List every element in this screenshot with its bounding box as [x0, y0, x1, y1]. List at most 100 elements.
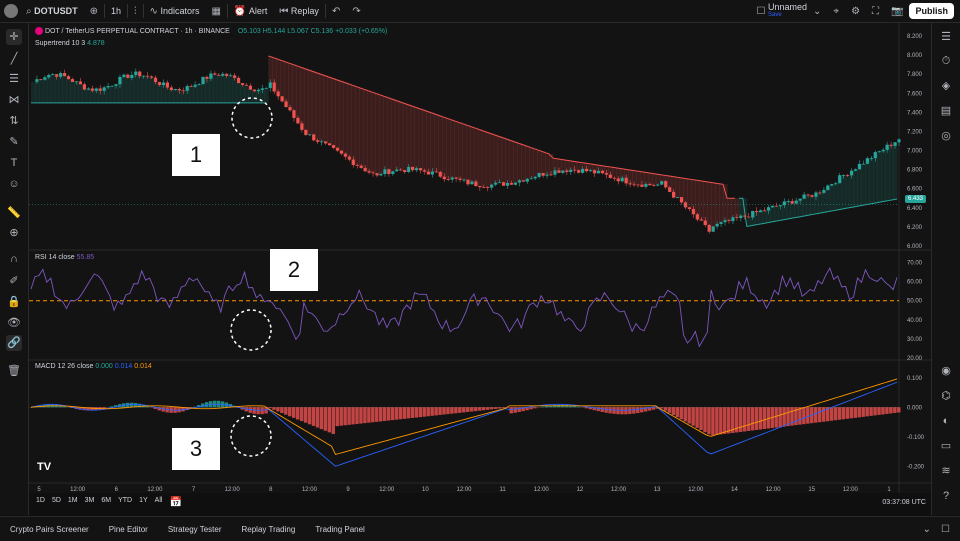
tab-crypto-screener[interactable]: Crypto Pairs Screener	[0, 525, 99, 534]
calendar-range-icon[interactable]: 📅	[169, 497, 181, 508]
candle-body	[340, 151, 343, 154]
lock-icon[interactable]: 🔒	[6, 294, 22, 310]
supertrend-fill	[367, 90, 371, 172]
ruler-icon[interactable]: 📏	[6, 205, 22, 221]
interval-button[interactable]: 1h	[105, 0, 127, 22]
fullscreen-button[interactable]: ⛶	[866, 0, 885, 22]
templates-button[interactable]: ▦	[205, 0, 226, 22]
trendline-icon[interactable]: ╱	[6, 51, 22, 67]
text-icon[interactable]: T	[6, 155, 22, 171]
alerts-icon[interactable]: ⏱	[938, 53, 954, 69]
chat-icon[interactable]: ▭	[938, 438, 954, 454]
supertrend-fill	[474, 128, 478, 186]
supertrend-fill	[529, 147, 533, 178]
candle-body	[435, 172, 438, 173]
tf-1y[interactable]: 1Y	[139, 497, 148, 508]
supertrend-fill	[885, 145, 889, 201]
tf-1d[interactable]: 1D	[36, 497, 45, 508]
layout-button[interactable]: ☐ UnnamedSave ⌄	[751, 0, 828, 22]
price-tick-label: 8.200	[907, 34, 923, 40]
layers-icon[interactable]: ◈	[938, 78, 954, 94]
clock-timestamp[interactable]: 03:37:08 UTC	[882, 499, 926, 506]
tab-trading-panel[interactable]: Trading Panel	[305, 525, 375, 534]
link-icon[interactable]: 🔗	[6, 335, 22, 351]
signal-icon[interactable]: ⌬	[938, 388, 954, 404]
candle-body	[834, 183, 837, 184]
brush-icon[interactable]: ✎	[6, 134, 22, 150]
ideas-icon[interactable]: ◎	[938, 128, 954, 144]
redo-button[interactable]: ↷	[346, 0, 366, 22]
calendar-icon[interactable]: ▤	[938, 103, 954, 119]
candle-body	[680, 197, 683, 202]
candle-body	[763, 210, 766, 211]
zoom-icon[interactable]: ⊕	[6, 225, 22, 241]
lightbulb-icon[interactable]: ◐	[938, 413, 954, 429]
supertrend-fill	[169, 90, 173, 103]
trash-icon[interactable]: 🗑	[6, 363, 22, 379]
crosshair-icon[interactable]: ✛	[6, 29, 22, 45]
tab-pine-editor[interactable]: Pine Editor	[99, 525, 158, 534]
time-tick-label: 11	[500, 487, 507, 493]
forecast-icon[interactable]: ⇅	[6, 113, 22, 129]
pattern-icon[interactable]: ⋈	[6, 92, 22, 108]
collapse-icon[interactable]: ⌄	[923, 524, 931, 535]
emoji-icon[interactable]: ☺	[6, 176, 22, 192]
time-tick-label: 12:00	[843, 487, 859, 493]
time-tick-label: 8	[269, 487, 273, 493]
snapshot-button[interactable]: 📷	[885, 0, 909, 22]
macd-histogram-bar	[672, 407, 675, 415]
draw-mode-icon[interactable]: ✐	[6, 273, 22, 289]
maximize-icon[interactable]: ☐	[941, 524, 950, 535]
gear-icon: ⚙	[851, 6, 860, 17]
tab-replay-trading[interactable]: Replay Trading	[232, 525, 306, 534]
supertrend-fill	[391, 99, 395, 172]
macd-histogram-bar	[276, 407, 279, 411]
undo-button[interactable]: ↶	[326, 0, 346, 22]
publish-button[interactable]: Publish	[909, 3, 954, 19]
candle-body	[648, 184, 651, 185]
chart-type-button[interactable]: ⫶	[128, 0, 143, 22]
symbol-search[interactable]: ⌕ DOTUSDT	[20, 0, 84, 22]
macd-histogram-bar	[434, 407, 437, 415]
candles-icon: ⫶	[134, 6, 137, 17]
candle-body	[265, 88, 268, 89]
indicators-button[interactable]: ∿ Indicators	[144, 0, 206, 22]
supertrend-fill	[861, 164, 865, 206]
broadcast-icon[interactable]: ≋	[938, 463, 954, 479]
replay-button[interactable]: ⏮ Replay	[273, 0, 325, 22]
tf-1m[interactable]: 1M	[68, 497, 78, 508]
chart-canvas[interactable]: 8.2008.0007.8007.6007.4007.2007.0006.800…	[29, 23, 931, 493]
macd-histogram-bar	[541, 407, 544, 408]
candle-body	[708, 225, 711, 232]
candle-body	[886, 145, 889, 150]
macd-histogram-bar	[885, 407, 888, 414]
candle-body	[897, 139, 900, 142]
quick-search-button[interactable]: ⌖	[827, 0, 845, 22]
alert-button[interactable]: ⏰ Alert	[228, 0, 273, 22]
tf-6m[interactable]: 6M	[101, 497, 111, 508]
supertrend-fill	[355, 86, 359, 165]
magnet-icon[interactable]: ∩	[6, 251, 22, 267]
fib-icon[interactable]: ☰	[6, 71, 22, 87]
add-symbol-button[interactable]: ⊕	[84, 0, 104, 22]
eye-icon[interactable]: 👁	[6, 315, 22, 331]
settings-button[interactable]: ⚙	[845, 0, 866, 22]
tf-5d[interactable]: 5D	[52, 497, 61, 508]
macd-histogram-bar	[383, 407, 386, 421]
plus-icon: ⊕	[90, 6, 98, 17]
candle-body	[601, 171, 604, 173]
tab-strategy-tester[interactable]: Strategy Tester	[158, 525, 232, 534]
tf-3m[interactable]: 3M	[85, 497, 95, 508]
watchlist-icon[interactable]: ☰	[938, 29, 954, 45]
macd-histogram-bar	[632, 407, 635, 413]
help-icon[interactable]: ?	[938, 488, 954, 504]
user-avatar[interactable]	[4, 4, 18, 18]
target-icon[interactable]: ◉	[938, 363, 954, 379]
macd-histogram-bar	[403, 407, 406, 419]
macd-histogram-bar	[608, 407, 611, 413]
supertrend-fill	[233, 78, 237, 103]
tf-ytd[interactable]: YTD	[118, 497, 132, 508]
tf-all[interactable]: All	[155, 497, 163, 508]
macd-legend: MACD 12 26 close 0.000 0.014 0.014	[35, 363, 152, 370]
chart-area[interactable]: 8.2008.0007.8007.6007.4007.2007.0006.800…	[29, 23, 931, 493]
